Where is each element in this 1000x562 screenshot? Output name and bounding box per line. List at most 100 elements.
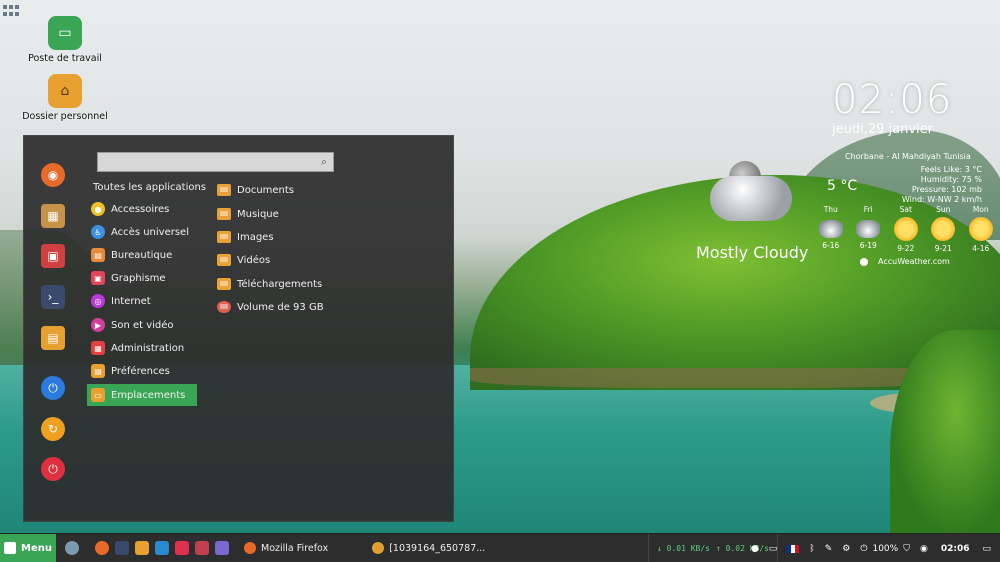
files-launcher-icon[interactable] — [135, 541, 149, 555]
place-documents[interactable]: Documents — [217, 180, 294, 200]
place-musique[interactable]: Musique — [217, 204, 279, 224]
category-administration[interactable]: ▦ Administration — [87, 337, 197, 359]
folder-pictures-icon — [217, 231, 231, 243]
desktop-icon-label: Dossier personnel — [22, 111, 108, 122]
firefox-icon[interactable]: ◉ — [41, 163, 65, 187]
category-son-et-video[interactable]: ▶ Son et vidéo — [87, 314, 197, 336]
forecast-day: Sat 9-22 — [887, 205, 925, 253]
search-input[interactable] — [98, 155, 333, 174]
window-button-firefox[interactable]: Mozilla Firefox — [244, 542, 328, 554]
desktop-icon-home[interactable]: ⌂ Dossier personnel — [20, 74, 110, 122]
wifi-icon[interactable]: ◉ — [920, 544, 928, 554]
weather-humidity: Humidity: 75 % — [920, 175, 982, 184]
download-speed: ↓ 0.01 KB/s — [657, 544, 710, 553]
keyboard-layout-flag-icon[interactable] — [787, 544, 800, 553]
settings-icon[interactable]: ⚙ — [842, 544, 850, 554]
place-label: Documents — [237, 184, 295, 196]
sun-icon — [893, 217, 918, 241]
forecast-range: 9-21 — [934, 244, 952, 253]
place-volume[interactable]: Volume de 93 GB — [217, 297, 324, 317]
terminal-icon[interactable]: ›_ — [41, 285, 65, 309]
computer-icon: ▭ — [48, 16, 82, 50]
weather-forecast: Thu 6-16 Fri 6-19 Sat 9-22 Sun 9-21 Mon … — [812, 205, 1000, 253]
taskbar: Menu Mozilla Firefox [1039164_650787... … — [0, 533, 1000, 562]
image-viewer-icon — [372, 542, 385, 554]
weather-temperature: 5 °C — [827, 178, 858, 194]
category-graphisme[interactable]: ▣ Graphisme — [87, 267, 197, 289]
mostly-cloudy-night-icon — [705, 158, 800, 226]
quick-launch — [62, 541, 232, 555]
place-images[interactable]: Images — [217, 227, 274, 247]
package-icon[interactable]: ▦ — [41, 204, 65, 228]
desktop-icon-computer[interactable]: ▭ Poste de travail — [20, 16, 110, 64]
category-label: Bureautique — [111, 249, 173, 261]
folder-videos-icon — [217, 254, 231, 266]
place-label: Volume de 93 GB — [237, 301, 324, 313]
notifications-icon[interactable]: ▭ — [982, 544, 991, 554]
logout-icon[interactable]: ↻ — [41, 417, 65, 441]
desktop-clock: 02:06 — [832, 77, 953, 123]
place-label: Musique — [237, 208, 279, 220]
administration-icon: ▦ — [91, 341, 105, 355]
forecast-range: 6-19 — [859, 241, 877, 250]
forecast-day-name: Fri — [863, 205, 873, 214]
weather-details: Feels Like: 3 °C Humidity: 75 % Pressure… — [886, 165, 982, 205]
home-folder-icon: ⌂ — [48, 74, 82, 108]
category-acces-universel[interactable]: ♿ Accès universel — [87, 221, 197, 243]
place-label: Téléchargements — [237, 278, 323, 290]
forecast-day: Thu 6-16 — [812, 205, 850, 253]
mail-launcher-icon[interactable] — [175, 541, 189, 555]
category-preferences[interactable]: ▤ Préférences — [87, 360, 197, 382]
terminal-launcher-icon[interactable] — [115, 541, 129, 555]
power-status-icon[interactable]: ⏻ — [860, 544, 867, 554]
forecast-range: 4-16 — [972, 244, 990, 253]
cloudy-icon — [856, 220, 881, 238]
shield-icon[interactable]: ⛉ — [903, 544, 910, 554]
taskbar-clock[interactable]: 02:06 — [941, 544, 970, 554]
folder-music-icon — [217, 208, 231, 220]
all-applications-label[interactable]: Toutes les applications — [93, 182, 206, 193]
pen-icon[interactable]: ✎ — [825, 544, 833, 554]
sun-icon — [931, 217, 956, 241]
battery-level[interactable]: 100% — [872, 544, 898, 554]
multimedia-icon: ▶ — [91, 318, 105, 332]
software-icon[interactable]: ▣ — [41, 244, 65, 268]
category-label: Graphisme — [111, 272, 166, 284]
forecast-day: Sun 9-21 — [925, 205, 963, 253]
power-icon[interactable]: ⏻ — [41, 457, 65, 481]
place-videos[interactable]: Vidéos — [217, 250, 270, 270]
forecast-range: 6-16 — [822, 241, 840, 250]
category-accessoires[interactable]: ● Accessoires — [87, 198, 197, 220]
system-tray: ● ▭ ᛒ ✎ ⚙ ⏻ 100% ⛉ ◉ 02:06 ▭ — [746, 534, 996, 562]
accessibility-icon: ♿ — [91, 225, 105, 239]
lock-screen-icon[interactable]: ⏻ — [41, 376, 65, 400]
desktop-grid-icon[interactable] — [3, 5, 21, 17]
place-label: Vidéos — [237, 254, 271, 266]
category-label: Son et vidéo — [111, 319, 174, 331]
bluetooth-icon[interactable]: ᛒ — [809, 544, 814, 554]
software-launcher-icon[interactable] — [155, 541, 169, 555]
accuweather-link[interactable]: AccuWeather.com — [860, 257, 950, 266]
media-launcher-icon[interactable] — [195, 541, 209, 555]
graphics-icon: ▣ — [91, 271, 105, 285]
weather-pressure: Pressure: 102 mb — [911, 185, 982, 194]
files-icon[interactable]: ▤ — [41, 326, 65, 350]
firefox-launcher-icon[interactable] — [95, 541, 109, 555]
category-emplacements[interactable]: ▭ Emplacements — [87, 384, 197, 406]
search-box[interactable]: ⌕ — [97, 152, 334, 174]
settings-launcher-icon[interactable] — [215, 541, 229, 555]
category-bureautique[interactable]: ▤ Bureautique — [87, 244, 197, 266]
cloudy-icon — [818, 220, 843, 238]
forecast-day-name: Sun — [936, 205, 951, 214]
window-button-image[interactable]: [1039164_650787... — [372, 542, 485, 554]
desktop-icon-label: Poste de travail — [28, 53, 102, 64]
office-icon: ▤ — [91, 248, 105, 262]
desktop-date: jeudi,29 janvier — [832, 122, 933, 137]
category-internet[interactable]: ◎ Internet — [87, 290, 197, 312]
menu-button[interactable]: Menu — [0, 533, 56, 562]
display-icon[interactable]: ▭ — [769, 544, 778, 554]
user-icon[interactable]: ● — [751, 544, 759, 554]
show-desktop-icon[interactable] — [65, 541, 79, 555]
place-telechargements[interactable]: Téléchargements — [217, 274, 322, 294]
forecast-day-name: Sat — [899, 205, 912, 214]
